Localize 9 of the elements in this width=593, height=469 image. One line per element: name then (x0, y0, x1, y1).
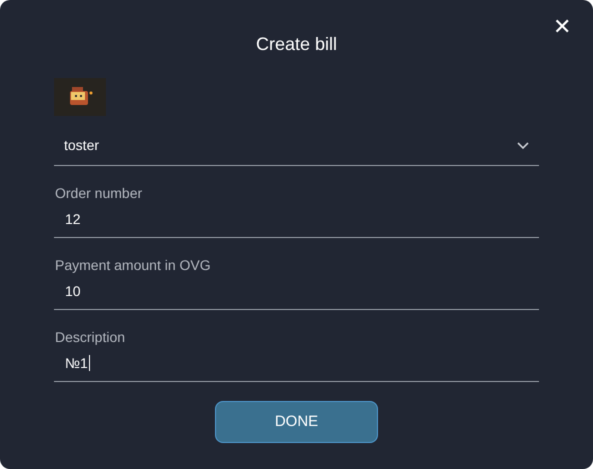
select-field[interactable]: toster (54, 126, 539, 166)
input-field[interactable]: Order number 12 (54, 166, 539, 238)
input-field[interactable]: Payment amount in OVG 10 (54, 238, 539, 310)
chevron-down-icon (517, 142, 529, 150)
done-button[interactable]: DONE (215, 401, 378, 443)
input-field[interactable]: Description №1 (54, 310, 539, 382)
dialog-title: Create bill (256, 33, 338, 56)
toaster-icon (54, 78, 106, 116)
close-button[interactable]: ✕ (553, 16, 571, 38)
